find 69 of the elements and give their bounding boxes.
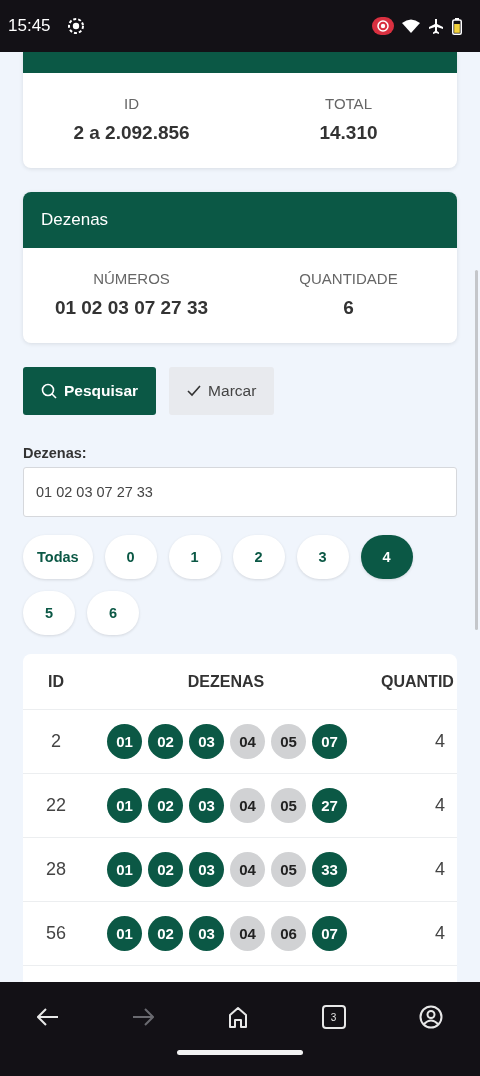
card-title: Dezenas — [23, 192, 457, 248]
stat-value: 2 a 2.092.856 — [73, 122, 190, 144]
filter-chip[interactable]: 0 — [104, 535, 157, 579]
number-ball: 06 — [271, 916, 306, 951]
number-ball: 03 — [189, 788, 224, 823]
filter-chip[interactable]: 6 — [87, 591, 139, 635]
number-ball: 01 — [107, 916, 142, 951]
column-header: QUANTID — [380, 672, 455, 691]
stat-value: 01 02 03 07 27 33 — [54, 297, 209, 319]
number-ball: 01 — [107, 724, 142, 759]
table-cell-text: 4 — [434, 731, 446, 752]
filter-chip[interactable]: 1 — [168, 535, 221, 579]
search-button[interactable]: Pesquisar — [23, 367, 157, 415]
filter-chip[interactable]: 2 — [232, 535, 285, 579]
wifi-icon — [402, 19, 420, 33]
number-ball: 03 — [189, 852, 224, 887]
account-icon[interactable] — [419, 1005, 444, 1029]
number-ball: 04 — [230, 916, 265, 951]
number-ball: 33 — [312, 852, 347, 887]
table-cell-text: 4 — [434, 795, 446, 816]
stat-label: QUANTIDADE — [299, 270, 398, 287]
battery-icon — [452, 17, 462, 35]
tabs-button[interactable]: 3 — [321, 1005, 346, 1029]
column-header: DEZENAS — [186, 672, 266, 691]
screen-record-icon — [372, 17, 394, 35]
stat-value: 14.310 — [319, 122, 378, 144]
input-field[interactable]: 01 02 03 07 27 33 — [23, 467, 457, 517]
number-ball: 27 — [312, 788, 347, 823]
record-icon — [66, 17, 85, 35]
number-ball: 02 — [148, 788, 183, 823]
number-ball: 01 — [107, 852, 142, 887]
clock: 15:45 — [8, 16, 51, 36]
table-cell-text: 22 — [45, 795, 67, 816]
number-ball: 04 — [230, 788, 265, 823]
number-ball: 03 — [189, 724, 224, 759]
stat-label: NÚMEROS — [93, 270, 170, 287]
home-icon[interactable] — [228, 1006, 248, 1028]
filter-chip[interactable]: Todas — [23, 535, 93, 579]
table-cell-text: 56 — [45, 923, 67, 944]
back-icon[interactable] — [36, 1008, 59, 1026]
number-ball: 05 — [271, 724, 306, 759]
stat-label: ID — [124, 95, 139, 112]
check-icon — [187, 385, 202, 397]
table-cell-text: 4 — [434, 923, 446, 944]
search-icon — [41, 383, 57, 399]
number-ball: 04 — [230, 724, 265, 759]
number-ball: 05 — [271, 788, 306, 823]
table-cell-text: 2 — [50, 731, 62, 752]
filter-chip[interactable]: 5 — [23, 591, 75, 635]
number-ball: 02 — [148, 852, 183, 887]
scrollbar[interactable] — [475, 270, 478, 630]
number-ball: 01 — [107, 788, 142, 823]
number-ball: 07 — [312, 724, 347, 759]
filter-chip[interactable]: 3 — [296, 535, 349, 579]
stat-value: 6 — [343, 297, 354, 319]
column-header: ID — [47, 672, 65, 691]
table-cell-text: 4 — [434, 859, 446, 880]
number-ball: 03 — [189, 916, 224, 951]
number-ball: 05 — [271, 852, 306, 887]
table-cell-text: 28 — [45, 859, 67, 880]
number-ball: 02 — [148, 916, 183, 951]
airplane-icon — [428, 18, 444, 34]
stat-label: TOTAL — [325, 95, 372, 112]
field-label: Dezenas: — [23, 445, 88, 461]
number-ball: 04 — [230, 852, 265, 887]
filter-chip[interactable]: 4 — [360, 535, 413, 579]
number-ball: 02 — [148, 724, 183, 759]
number-ball: 07 — [312, 916, 347, 951]
mark-button[interactable]: Marcar — [169, 367, 275, 415]
